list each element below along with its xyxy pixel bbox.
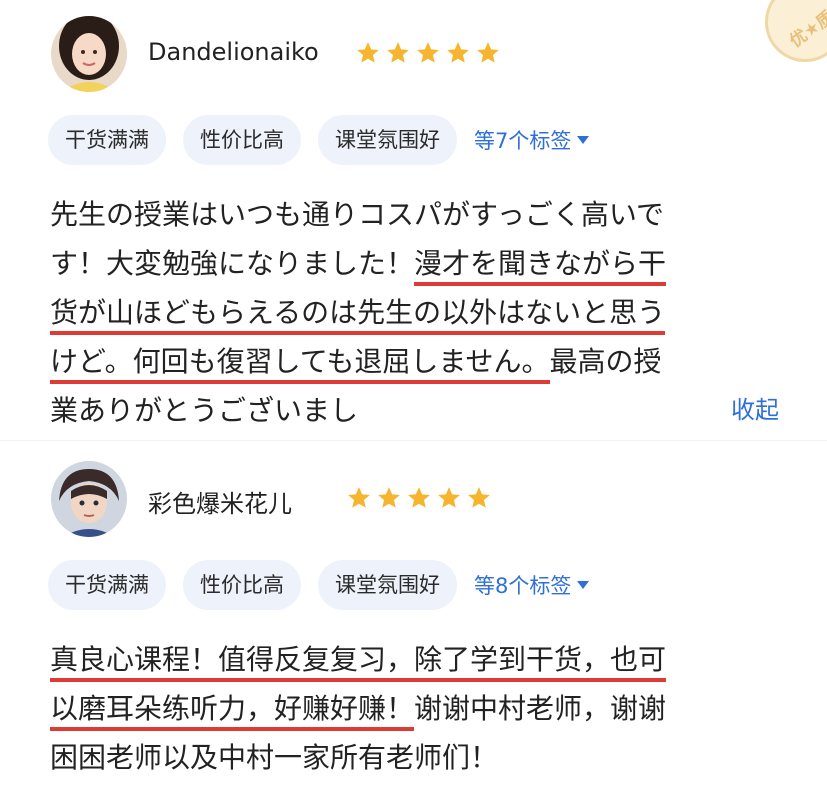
tag-list: 干货满满 性价比高 课堂氛围好 等7个标签 [48,115,590,165]
more-tags-toggle[interactable]: 等7个标签 [474,125,590,155]
star-icon [417,42,439,63]
tag[interactable]: 干货满满 [48,115,166,165]
highlighted-text: 真良心课程！值得反复复习，除了学到干货，也可 [50,643,667,682]
highlighted-text: 漫才を聞きながら干 [414,247,667,286]
star-icon [438,487,460,508]
star-icon [387,42,409,63]
avatar[interactable] [51,461,127,537]
collapse-link[interactable]: 收起 [731,390,779,425]
star-icon [357,42,379,63]
star-icon [378,487,400,508]
avatar[interactable] [51,16,127,92]
text-line: 真良心课程！值得反复复习，除了学到干货，也可 [50,635,780,684]
star-icon [468,487,490,508]
text-line: 業ありがとうございまし [50,394,359,427]
review-text: 真良心课程！值得反复复习，除了学到干货，也可 以磨耳朵练听力，好赚好赚！谢谢中村… [50,635,780,782]
divider [0,440,827,441]
text-line: 困困老师以及中村一家所有老师们！ [50,741,499,774]
rating-stars [346,485,492,511]
triangle-down-icon [577,136,590,144]
triangle-down-icon [577,581,590,589]
user-name: Dandelionaiko [148,38,319,66]
highlighted-text: 货が山ほどもらえるのは先生の以外はないと思う [50,296,666,335]
tag[interactable]: 课堂氛围好 [318,115,457,165]
tag[interactable]: 性价比高 [183,560,301,610]
rating-stars [355,40,501,66]
star-icon [477,42,499,63]
text-line: 先生の授業はいつも通りコスパがすっごく高いで [50,198,665,231]
text-line: す！大変勉強になりました！漫才を聞きながら干 [50,239,780,288]
highlighted-text: けど。何回も復習しても退屈しません。 [50,345,550,384]
text-line: けど。何回も復習しても退屈しません。最高の授 [50,337,780,386]
more-tags-toggle[interactable]: 等8个标签 [474,570,590,600]
star-icon [408,487,430,508]
highlighted-text: 以磨耳朵练听力，好赚好赚！ [50,692,415,731]
star-icon [348,487,370,508]
user-name: 彩色爆米花儿 [148,490,292,518]
star-icon [447,42,469,63]
text-line: 以磨耳朵练听力，好赚好赚！谢谢中村老师，谢谢 [50,684,780,733]
quality-badge: 优★质 [765,0,827,62]
tag[interactable]: 性价比高 [183,115,301,165]
tag[interactable]: 干货满满 [48,560,166,610]
tag[interactable]: 课堂氛围好 [318,560,457,610]
review-text: 先生の授業はいつも通りコスパがすっごく高いで す！大変勉強になりました！漫才を聞… [50,190,780,435]
text-line: 货が山ほどもらえるのは先生の以外はないと思う [50,288,780,337]
tag-list: 干货满满 性价比高 课堂氛围好 等8个标签 [48,560,590,610]
